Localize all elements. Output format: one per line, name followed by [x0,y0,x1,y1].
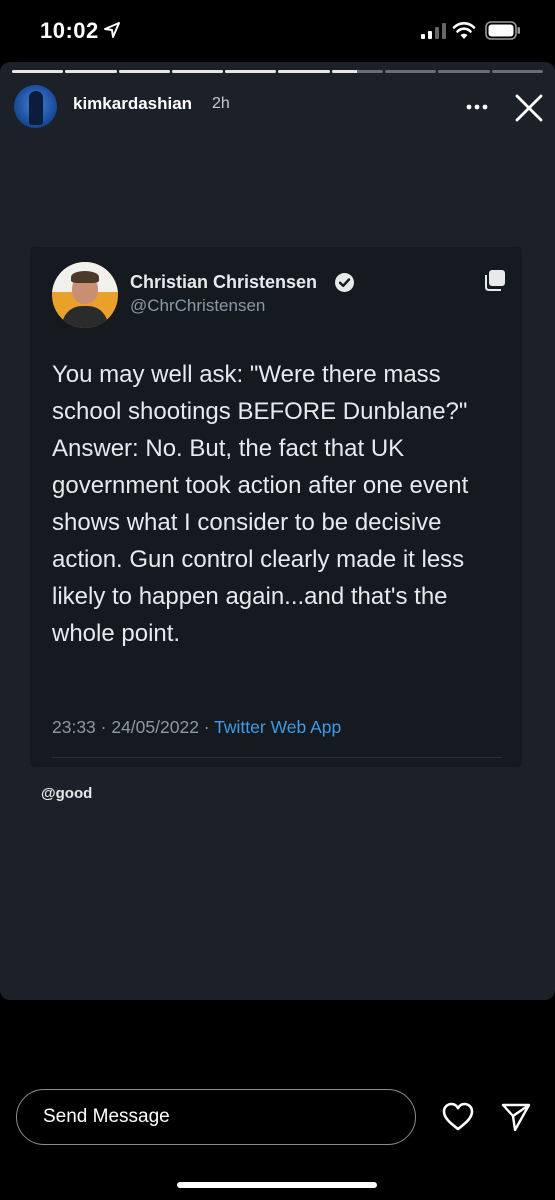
send-message-input[interactable]: Send Message [16,1089,416,1145]
tweet-display-name: Christian Christensen [130,272,318,292]
progress-segment [12,70,64,73]
story-frame[interactable]: kimkardashian 2h Christian Christensen @… [0,62,555,1000]
avatar[interactable] [14,85,57,128]
mention-sticker[interactable]: @good [41,785,92,802]
wifi-icon [452,22,476,39]
progress-segment [171,70,224,73]
location-arrow-icon [104,22,120,38]
send-icon[interactable] [500,1101,532,1133]
tweet-text: You may well ask: "Were there mass schoo… [52,361,469,647]
tweet-source: Twitter Web App [214,717,342,737]
heart-icon[interactable] [441,1101,475,1132]
story-progress-bar [12,70,543,73]
tweet-timestamp: 23:33 · 24/05/2022 · [52,717,215,737]
tweet-card: Christian Christensen @ChrChristensen Yo… [30,247,522,767]
status-time: 10:02 [40,18,99,43]
progress-segment [491,70,543,73]
status-bar: 10:02 [0,0,555,62]
progress-segment [225,70,277,73]
tweet-avatar [52,262,118,328]
send-message-placeholder: Send Message [43,1106,170,1127]
tweet-handle: @ChrChristensen [130,296,266,315]
tweet-meta: 23:33 · 24/05/2022 · Twitter Web App [52,717,341,738]
progress-segment [331,70,384,73]
progress-segment [438,70,490,73]
more-options-icon[interactable] [466,104,488,110]
home-indicator [177,1182,377,1188]
divider [52,757,502,758]
close-icon[interactable] [514,93,544,123]
progress-segment [118,70,170,73]
progress-segment [65,70,117,73]
story-username[interactable]: kimkardashian [73,94,192,114]
battery-icon [485,21,520,40]
copy-icon [485,270,505,291]
progress-segment [278,70,330,73]
cellular-signal-icon [421,23,446,39]
verified-badge-icon [335,273,354,292]
story-time-ago: 2h [212,95,230,112]
progress-segment [385,70,437,73]
